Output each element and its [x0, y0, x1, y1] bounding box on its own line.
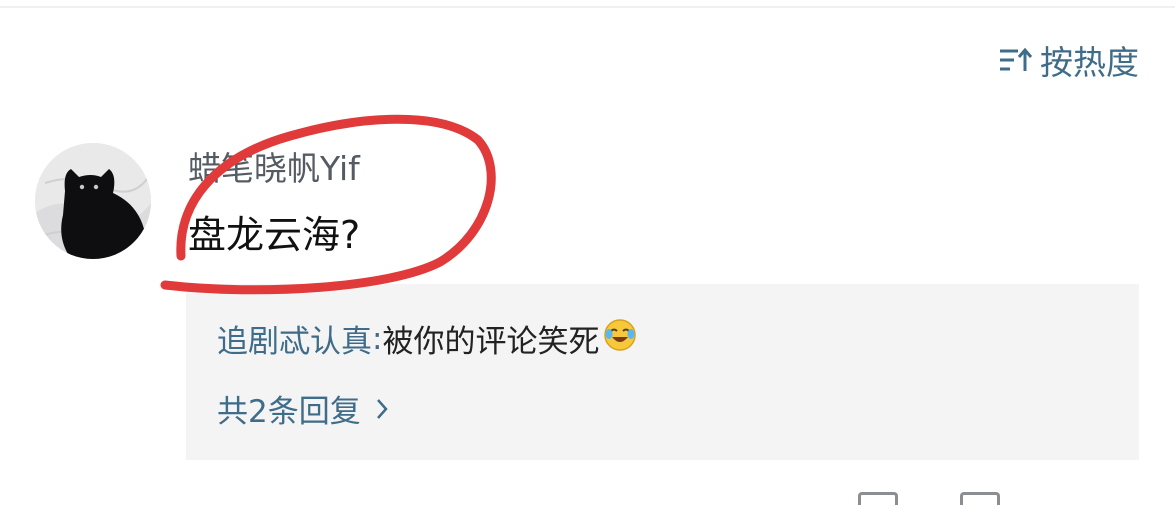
top-divider	[0, 6, 1175, 8]
black-cat-avatar	[35, 143, 151, 259]
reply-preview-line: 追剧忒认真 : 被你的评论笑死	[217, 316, 637, 361]
reply-author[interactable]: 追剧忒认真	[217, 316, 372, 361]
reply-icon[interactable]	[960, 492, 1000, 505]
comment-username[interactable]: 蜡笔晓帆Yif	[188, 142, 360, 190]
avatar[interactable]	[35, 143, 151, 259]
reply-separator: :	[372, 320, 383, 357]
laughing-crying-emoji-icon	[603, 318, 637, 360]
comment-text: 盘龙云海?	[188, 213, 361, 257]
sort-by-hot-button[interactable]: 按热度	[998, 38, 1139, 82]
reply-content: 被你的评论笑死	[382, 324, 600, 360]
sort-icon	[1000, 47, 1032, 71]
sort-label: 按热度	[1040, 43, 1139, 82]
reply-preview-box[interactable]: 追剧忒认真 : 被你的评论笑死 共2条回复	[186, 284, 1139, 460]
chevron-right-icon	[376, 398, 388, 419]
share-icon[interactable]	[858, 492, 898, 505]
view-replies-link[interactable]: 共2条回复	[217, 386, 389, 431]
reply-count-label: 共2条回复	[217, 394, 361, 430]
